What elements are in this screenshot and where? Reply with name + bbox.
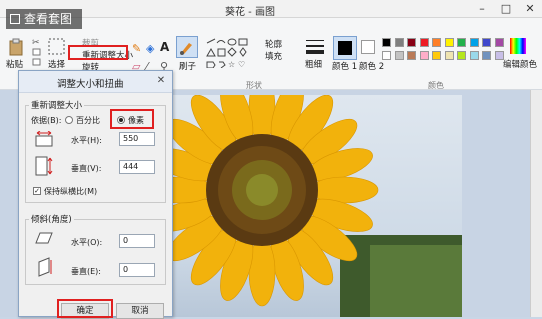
close-button[interactable]: ✕: [518, 0, 542, 18]
size-icon: [306, 40, 324, 54]
color-swatch[interactable]: [457, 38, 466, 47]
gallery-icon: [10, 14, 20, 24]
shapes-gallery-icon[interactable]: ☆ ♡: [206, 38, 252, 68]
fill-bucket-icon[interactable]: ◈: [146, 42, 154, 55]
color-swatch[interactable]: [469, 51, 479, 60]
color-swatch[interactable]: [482, 51, 491, 60]
select-icon: [48, 38, 65, 55]
color-swatch[interactable]: [432, 51, 441, 60]
watermark-text: 查看套图: [24, 12, 73, 26]
edit-colors-button[interactable]: 编辑颜色: [503, 58, 537, 70]
percent-radio[interactable]: [65, 116, 73, 124]
watermark: 查看套图: [6, 9, 82, 29]
paste-icon: [9, 38, 23, 56]
ok-highlight: [57, 299, 113, 318]
skew-horizontal-label: 水平(O):: [71, 238, 103, 247]
color-swatch[interactable]: [457, 51, 466, 60]
color-swatch[interactable]: [394, 38, 404, 47]
horizontal-skew-icon: [35, 232, 53, 244]
vertical-label: 垂直(V):: [71, 164, 102, 173]
color2-well[interactable]: [361, 40, 375, 54]
clipboard-tools-icon[interactable]: ✂: [32, 36, 42, 66]
size-button[interactable]: 粗细: [305, 58, 322, 70]
resize-section-label: 重新调整大小: [29, 99, 85, 111]
color-swatch[interactable]: [394, 51, 404, 60]
color1-well[interactable]: [333, 36, 357, 60]
dialog-close-icon[interactable]: ✕: [154, 74, 168, 88]
outline-button[interactable]: 轮廓: [265, 38, 282, 50]
color-swatch[interactable]: [382, 51, 391, 60]
brush-button[interactable]: 刷子: [179, 60, 196, 72]
percent-label: 百分比: [76, 116, 100, 125]
minimize-button[interactable]: –: [470, 0, 494, 18]
color-swatch[interactable]: [407, 51, 416, 60]
vertical-input[interactable]: 444: [119, 160, 155, 174]
svg-text:☆: ☆: [228, 60, 235, 68]
color1-button[interactable]: 颜色 1: [332, 60, 357, 72]
by-label: 依据(B):: [31, 116, 62, 125]
dialog-title: 调整大小和扭曲: [57, 79, 124, 90]
skew-section-label: 倾斜(角度): [29, 213, 74, 225]
horizontal-input[interactable]: 550: [119, 132, 155, 146]
color-swatch[interactable]: [432, 38, 441, 47]
color-swatch[interactable]: [494, 38, 504, 47]
horizontal-resize-icon: [35, 131, 53, 147]
skew-horizontal-input[interactable]: 0: [119, 234, 155, 248]
pixel-highlight: [110, 109, 154, 129]
resize-highlight: [68, 45, 128, 60]
color-swatch[interactable]: [419, 38, 429, 47]
vertical-scrollbar[interactable]: [530, 90, 542, 317]
skew-vertical-input[interactable]: 0: [119, 263, 155, 277]
vertical-skew-icon: [38, 257, 52, 277]
sunflower-image: [170, 95, 462, 317]
brush-icon: [176, 36, 198, 58]
color-swatch[interactable]: [444, 38, 454, 47]
resize-skew-dialog: 调整大小和扭曲 ✕ 重新调整大小 依据(B): 百分比 像素 水平(H): 55…: [18, 70, 173, 319]
svg-text:♡: ♡: [238, 60, 245, 68]
keep-ratio-label: 保持纵横比(M): [44, 187, 98, 196]
horizontal-label: 水平(H):: [71, 136, 102, 145]
color-swatch[interactable]: [419, 51, 429, 60]
dialog-title-bar: 调整大小和扭曲 ✕: [19, 71, 172, 93]
vertical-resize-icon: [35, 156, 53, 176]
maximize-button[interactable]: □: [494, 0, 518, 18]
canvas-image[interactable]: [170, 95, 462, 317]
window-title: 葵花 - 画图: [225, 7, 275, 18]
svg-text:✂: ✂: [32, 38, 40, 48]
color-swatch[interactable]: [407, 38, 416, 47]
color2-button[interactable]: 颜色 2: [359, 60, 384, 72]
edit-colors-icon: [510, 38, 526, 54]
color-swatch[interactable]: [469, 38, 479, 47]
keep-ratio-checkbox[interactable]: ✓: [33, 187, 41, 195]
text-icon[interactable]: A: [160, 40, 169, 54]
paste-button[interactable]: 粘贴: [6, 58, 23, 70]
color-swatch[interactable]: [444, 51, 454, 60]
select-button[interactable]: 选择: [48, 58, 65, 70]
color-swatch[interactable]: [482, 38, 491, 47]
skew-vertical-label: 垂直(E):: [71, 267, 101, 276]
fill-button[interactable]: 填充: [265, 50, 282, 62]
color-swatch[interactable]: [382, 38, 391, 47]
pencil-icon[interactable]: ✎: [132, 42, 141, 55]
